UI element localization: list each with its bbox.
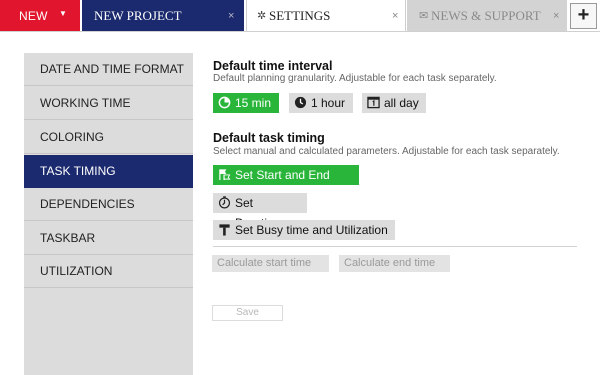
close-icon[interactable]: × [228, 10, 234, 22]
interval-1-hour-button[interactable]: 1 hour [289, 93, 353, 113]
sidebar-item-task-timing[interactable]: TASK TIMING [24, 155, 193, 188]
close-icon[interactable]: × [392, 10, 398, 22]
set-busy-time-utilization-button[interactable]: Set Busy time and Utilization [213, 220, 395, 240]
flags-icon [219, 169, 231, 181]
add-tab-button[interactable]: + [570, 3, 597, 29]
tab-settings[interactable]: ✲ SETTINGS × [246, 0, 406, 31]
tab-bar: NEW ▼ NEW PROJECT × ✲ SETTINGS × ✉ NEWS … [0, 0, 600, 31]
tab-bar-divider [0, 31, 600, 32]
dropdown-caret-icon[interactable]: ▼ [59, 9, 67, 18]
calculate-start-time-button[interactable]: Calculate start time [212, 255, 329, 272]
sidebar-item-coloring[interactable]: COLORING [24, 121, 193, 154]
interval-15-min-button[interactable]: 15 min [213, 93, 279, 113]
sidebar-item-taskbar[interactable]: TASKBAR [24, 222, 193, 255]
tab-settings-label: SETTINGS [269, 8, 331, 23]
tab-news-support-label: NEWS & SUPPORT [431, 8, 541, 23]
set-duration-button[interactable]: Set Duration [213, 193, 307, 230]
tab-news-support[interactable]: ✉ NEWS & SUPPORT × [407, 0, 567, 31]
sidebar-item-dependencies[interactable]: DEPENDENCIES [24, 188, 193, 221]
close-icon[interactable]: × [553, 10, 559, 22]
gear-icon: ✲ [257, 10, 267, 22]
timing-description: Select manual and calculated parameters.… [213, 146, 560, 157]
sidebar-item-date-time-format[interactable]: DATE AND TIME FORMAT [24, 53, 193, 86]
hammer-icon [219, 224, 230, 236]
interval-all-day-label: all day [384, 96, 419, 110]
clock-icon [294, 96, 307, 109]
interval-1-hour-label: 1 hour [311, 96, 346, 110]
support-icon: ✉ [419, 10, 429, 22]
set-busy-time-utilization-label: Set Busy time and Utilization [235, 223, 388, 237]
save-button[interactable]: Save [212, 305, 283, 321]
stopwatch-icon [218, 196, 231, 209]
settings-sidebar: DATE AND TIME FORMAT WORKING TIME COLORI… [24, 53, 193, 375]
interval-description: Default planning granularity. Adjustable… [213, 73, 497, 84]
calendar-day-icon [367, 96, 380, 109]
tab-new-project[interactable]: NEW PROJECT × [82, 0, 244, 31]
calculate-end-time-button[interactable]: Calculate end time [339, 255, 450, 272]
timing-title: Default task timing [213, 131, 325, 145]
interval-title: Default time interval [213, 59, 333, 73]
pie-clock-icon [218, 96, 231, 109]
set-start-end-time-button[interactable]: Set Start and End time [213, 165, 359, 202]
section-divider [213, 246, 577, 247]
tab-new-project-label: NEW PROJECT [94, 8, 182, 23]
sidebar-item-utilization[interactable]: UTILIZATION [24, 255, 193, 288]
new-tab-label: NEW [19, 9, 48, 23]
interval-all-day-button[interactable]: all day [362, 93, 426, 113]
new-tab-button[interactable]: NEW ▼ [0, 0, 80, 31]
interval-15-min-label: 15 min [235, 96, 272, 110]
sidebar-item-working-time[interactable]: WORKING TIME [24, 87, 193, 120]
